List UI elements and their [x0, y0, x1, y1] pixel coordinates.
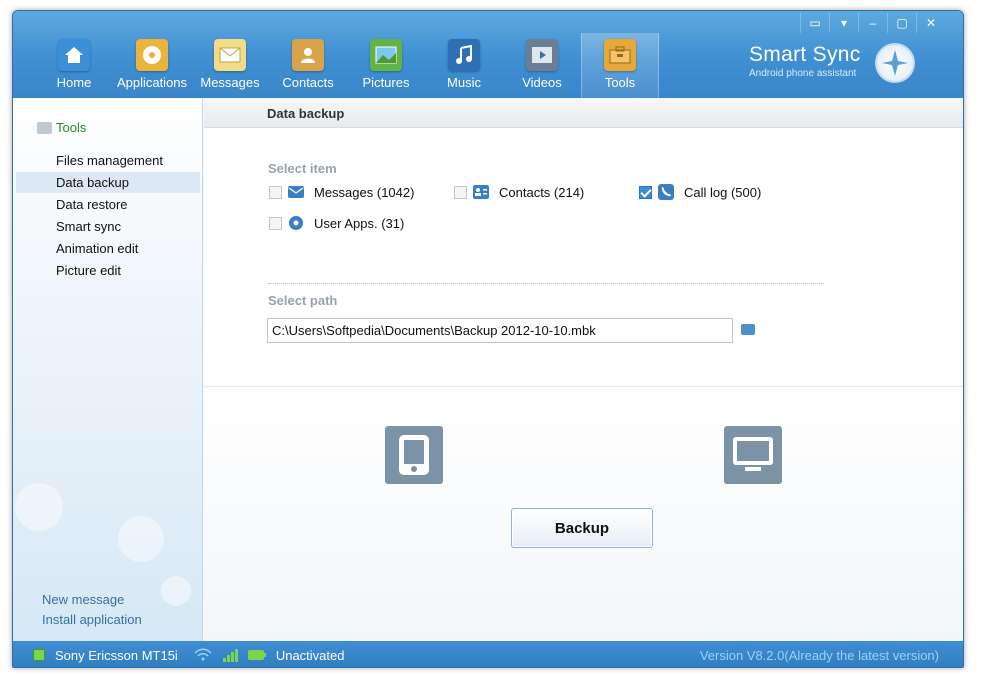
nav-videos[interactable]: Videos — [503, 33, 581, 98]
version-text: Version V8.2.0(Already the latest versio… — [699, 648, 939, 663]
home-icon — [58, 39, 90, 71]
nav-messages[interactable]: Messages — [191, 33, 269, 98]
menu-icon[interactable]: ▾ — [829, 13, 858, 33]
sidebar-item-animation-edit[interactable]: Animation edit — [16, 238, 200, 259]
activation-status: Unactivated — [275, 647, 345, 663]
section-divider — [268, 283, 824, 284]
message-icon[interactable]: ▭ — [800, 13, 829, 33]
window-controls: ▭ ▾ – ▢ ✕ — [800, 13, 945, 33]
nav-contacts[interactable]: Contacts — [269, 33, 347, 98]
nav-tools[interactable]: Tools — [581, 33, 659, 98]
option-user-apps[interactable]: User Apps. (31) — [269, 215, 404, 231]
wifi-icon — [194, 648, 212, 661]
music-icon — [448, 39, 480, 71]
sidebar: Tools Files management Data backup Data … — [13, 98, 203, 641]
sidebar-root-tools[interactable]: Tools — [37, 120, 86, 135]
nav-applications[interactable]: Applications — [113, 33, 191, 98]
sidebar-item-data-backup[interactable]: Data backup — [16, 172, 200, 193]
sidebar-item-picture-edit[interactable]: Picture edit — [16, 260, 200, 281]
brand-subtitle: Android phone assistant — [749, 68, 857, 79]
select-path-label: Select path — [268, 293, 338, 308]
nav-tools-label: Tools — [604, 75, 636, 90]
nav-applications-label: Applications — [116, 75, 188, 90]
user-apps-option-label: User Apps. (31) — [314, 215, 405, 231]
contact-card-icon — [473, 185, 489, 199]
call-log-option-label: Call log (500) — [684, 184, 762, 200]
main-panel: Data backup Select item Messages (1042) … — [204, 98, 963, 641]
tools-icon — [604, 39, 636, 71]
contacts-checkbox[interactable] — [454, 185, 467, 199]
nav-home-label: Home — [56, 75, 92, 90]
page-title: Data backup — [267, 106, 345, 121]
decor-bubble — [118, 516, 164, 562]
contacts-icon — [292, 39, 324, 71]
messages-icon — [214, 39, 246, 71]
top-toolbar: ▭ ▾ – ▢ ✕ Home Applications Messages Con… — [13, 11, 963, 98]
install-application-link[interactable]: Install application — [42, 612, 142, 627]
messages-option-label: Messages (1042) — [314, 184, 415, 200]
videos-icon — [526, 39, 558, 71]
maximize-icon[interactable]: ▢ — [887, 13, 916, 33]
contacts-option-label: Contacts (214) — [499, 184, 585, 200]
nav-pictures[interactable]: Pictures — [347, 33, 425, 98]
nav-home[interactable]: Home — [35, 33, 113, 98]
transfer-area: Backup — [204, 386, 963, 641]
minimize-icon[interactable]: – — [858, 13, 887, 33]
option-messages[interactable]: Messages (1042) — [269, 184, 414, 200]
new-message-link[interactable]: New message — [42, 592, 124, 607]
nav-contacts-label: Contacts — [282, 75, 334, 90]
option-contacts[interactable]: Contacts (214) — [454, 184, 584, 200]
brand-title: Smart Sync — [749, 43, 861, 66]
sidebar-item-files-management[interactable]: Files management — [16, 150, 200, 171]
device-name: Sony Ericsson MT15i — [55, 647, 178, 663]
user-apps-checkbox[interactable] — [269, 216, 282, 230]
app-disc-icon — [289, 216, 303, 230]
status-bar: Sony Ericsson MT15i Unactivated Version … — [13, 641, 963, 667]
app-window: ▭ ▾ – ▢ ✕ Home Applications Messages Con… — [12, 10, 964, 668]
brand: Smart Sync Android phone assistant — [749, 43, 861, 79]
nav-music[interactable]: Music — [425, 33, 503, 98]
envelope-icon — [288, 186, 304, 198]
messages-checkbox[interactable] — [269, 185, 282, 199]
option-call-log[interactable]: Call log (500) — [639, 184, 761, 200]
phone-icon — [658, 184, 674, 200]
close-icon[interactable]: ✕ — [916, 13, 945, 33]
nav-pictures-label: Pictures — [362, 75, 410, 90]
nav-videos-label: Videos — [522, 75, 562, 90]
browse-folder-icon[interactable] — [741, 324, 755, 335]
brand-logo-icon — [875, 43, 915, 83]
decor-bubble — [15, 483, 63, 531]
battery-icon — [247, 650, 266, 660]
backup-path-input[interactable] — [267, 318, 733, 343]
sidebar-item-smart-sync[interactable]: Smart sync — [16, 216, 200, 237]
pictures-icon — [370, 39, 402, 71]
connection-ok-icon — [33, 649, 45, 661]
select-item-label: Select item — [268, 161, 337, 176]
main-header: Data backup — [204, 98, 963, 128]
sidebar-item-data-restore[interactable]: Data restore — [16, 194, 200, 215]
toolbox-icon — [37, 121, 52, 134]
main-nav: Home Applications Messages Contacts Pict… — [35, 33, 659, 98]
call-log-checkbox[interactable] — [639, 185, 652, 199]
computer-device-icon — [724, 426, 782, 484]
sidebar-root-label: Tools — [56, 120, 87, 135]
applications-icon — [136, 39, 168, 71]
decor-bubble — [161, 576, 191, 606]
backup-button[interactable]: Backup — [511, 508, 653, 548]
signal-icon — [222, 649, 238, 662]
nav-messages-label: Messages — [200, 75, 260, 90]
nav-music-label: Music — [447, 75, 481, 90]
phone-device-icon — [385, 426, 443, 484]
